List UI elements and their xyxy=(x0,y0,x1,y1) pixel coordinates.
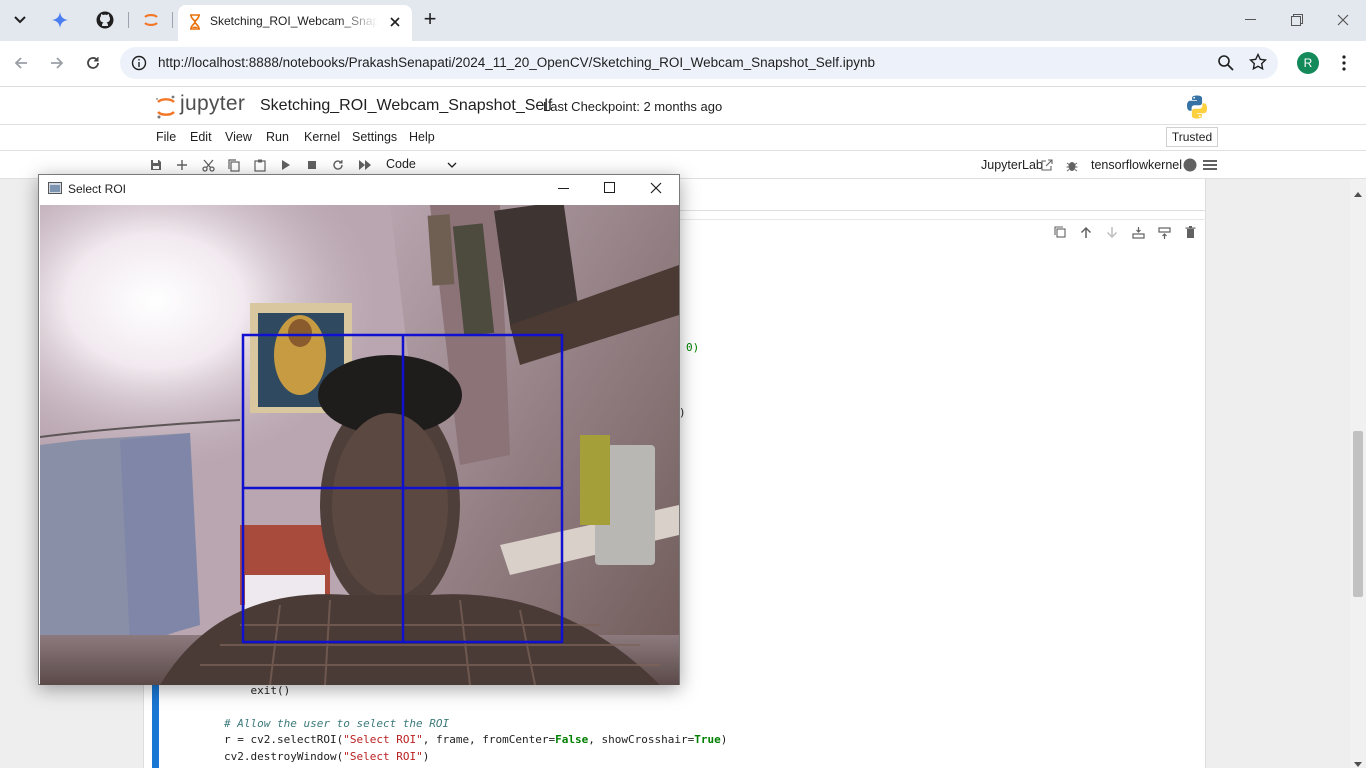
code-line-destroywindow: cv2.destroyWindow("Select ROI") xyxy=(224,750,430,763)
jupyter-logo-text: jupyter xyxy=(180,92,246,115)
trusted-indicator[interactable]: Trusted xyxy=(1166,127,1218,147)
debugger-bug-icon[interactable] xyxy=(1064,157,1080,173)
add-cell-icon[interactable] xyxy=(174,157,190,173)
notebook-scrollbar[interactable] xyxy=(1350,179,1366,768)
save-icon[interactable] xyxy=(148,157,164,173)
code-line-exit: exit() xyxy=(224,684,291,697)
url-text: http://localhost:8888/notebooks/PrakashS… xyxy=(158,55,875,70)
insert-below-icon[interactable] xyxy=(1158,227,1171,242)
roi-maximize-icon[interactable] xyxy=(604,182,616,197)
zoom-icon[interactable] xyxy=(1217,54,1235,75)
roi-window-title: Select ROI xyxy=(68,182,127,196)
restore-window-icon[interactable] xyxy=(1274,0,1320,40)
new-tab-button[interactable]: + xyxy=(419,8,441,31)
restart-icon[interactable] xyxy=(330,157,346,173)
python-kernel-logo-icon xyxy=(1184,94,1210,123)
menu-edit[interactable]: Edit xyxy=(190,130,212,144)
external-link-icon[interactable] xyxy=(1039,157,1055,173)
tab-search-icon[interactable] xyxy=(9,9,31,31)
profile-avatar[interactable]: R xyxy=(1297,52,1319,74)
opencv-window-icon xyxy=(48,182,62,197)
run-icon[interactable] xyxy=(278,157,294,173)
menu-file[interactable]: File xyxy=(156,130,176,144)
move-down-icon[interactable] xyxy=(1106,226,1118,242)
tab-separator xyxy=(172,12,173,28)
code-fragment: 0) xyxy=(686,341,700,354)
roi-minimize-icon[interactable] xyxy=(558,182,570,197)
tab-separator xyxy=(128,12,129,28)
last-checkpoint: Last Checkpoint: 2 months ago xyxy=(543,99,723,114)
webcam-frame-image[interactable] xyxy=(40,205,679,685)
kernel-status-icon xyxy=(1182,157,1198,173)
hourglass-icon xyxy=(188,14,202,33)
menu-view[interactable]: View xyxy=(225,130,252,144)
hamburger-menu-icon[interactable] xyxy=(1202,157,1218,173)
code-line-selectroi: r = cv2.selectROI("Select ROI", frame, f… xyxy=(224,733,728,746)
stop-icon[interactable] xyxy=(304,157,320,173)
bookmark-star-icon[interactable] xyxy=(1248,52,1268,74)
menu-settings[interactable]: Settings xyxy=(352,130,397,144)
cut-icon[interactable] xyxy=(200,157,216,173)
notebook-title[interactable]: Sketching_ROI_Webcam_Snapshot_Self xyxy=(260,97,552,115)
browser-toolbar: http://localhost:8888/notebooks/PrakashS… xyxy=(0,41,1366,87)
browser-menu-icon[interactable] xyxy=(1336,54,1352,75)
jupyter-pinned-tab-icon[interactable] xyxy=(140,9,162,31)
menu-run[interactable]: Run xyxy=(266,130,289,144)
reload-icon[interactable] xyxy=(85,55,101,74)
scroll-up-arrow-icon[interactable] xyxy=(1354,185,1362,200)
copy-icon[interactable] xyxy=(226,157,242,173)
gemini-pinned-tab-icon[interactable] xyxy=(49,9,71,31)
scrollbar-thumb[interactable] xyxy=(1353,431,1363,597)
roi-close-icon[interactable] xyxy=(650,182,662,197)
code-comment: # Allow the user to select the ROI xyxy=(224,717,450,730)
github-pinned-tab-icon[interactable] xyxy=(94,9,116,31)
insert-above-icon[interactable] xyxy=(1132,227,1145,242)
menu-bar: File Edit View Run Kernel Settings Help … xyxy=(0,125,1366,151)
forward-arrow-icon[interactable] xyxy=(49,55,65,74)
jupyter-header: jupyter Sketching_ROI_Webcam_Snapshot_Se… xyxy=(0,88,1366,125)
chevron-down-icon[interactable] xyxy=(444,157,460,173)
close-window-icon[interactable] xyxy=(1320,0,1366,40)
duplicate-cell-icon[interactable] xyxy=(1054,226,1066,241)
close-tab-icon[interactable] xyxy=(387,14,403,33)
jupyter-logo-icon[interactable] xyxy=(155,94,177,123)
paste-icon[interactable] xyxy=(252,157,268,173)
active-tab[interactable]: Sketching_ROI_Webcam_Snapshot_Self.ipynb xyxy=(178,5,412,41)
select-roi-window[interactable]: Select ROI xyxy=(38,174,680,685)
menu-kernel[interactable]: Kernel xyxy=(304,130,340,144)
kernel-name[interactable]: tensorflowkernel xyxy=(1091,158,1182,172)
address-bar[interactable]: http://localhost:8888/notebooks/PrakashS… xyxy=(120,47,1278,79)
delete-cell-icon[interactable] xyxy=(1185,226,1196,242)
move-up-icon[interactable] xyxy=(1080,226,1092,242)
menu-help[interactable]: Help xyxy=(409,130,435,144)
fast-forward-icon[interactable] xyxy=(357,157,373,173)
active-cell-indicator xyxy=(152,684,159,768)
back-arrow-icon[interactable] xyxy=(13,55,29,74)
minimize-window-icon[interactable] xyxy=(1228,0,1274,40)
browser-tab-strip: Sketching_ROI_Webcam_Snapshot_Self.ipynb… xyxy=(0,0,1366,41)
jupyterlab-link[interactable]: JupyterLab xyxy=(981,158,1043,172)
site-info-icon[interactable] xyxy=(131,55,147,74)
